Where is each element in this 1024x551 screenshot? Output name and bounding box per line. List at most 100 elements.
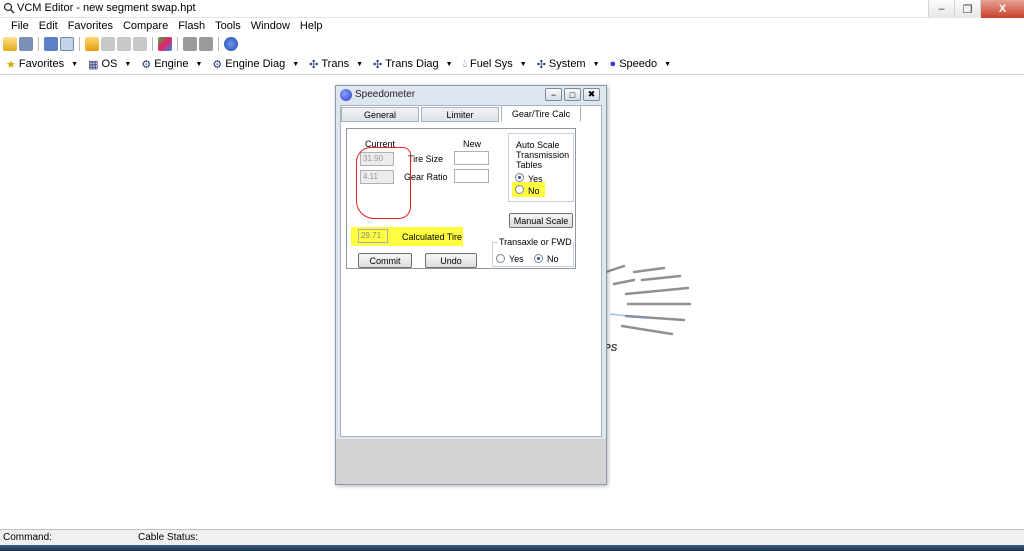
commit-button[interactable]: Commit [358,253,412,268]
compare-icon[interactable] [158,37,172,51]
window-title: VCM Editor - new segment swap.hpt [17,2,196,14]
module-os[interactable]: ▦ OS ▼ [88,58,131,71]
window-controls: ‒ ❐ X [928,0,1024,18]
write-icon[interactable] [199,37,213,51]
document-icon[interactable] [60,37,74,51]
module-trans-diag[interactable]: ✣ Trans Diag ▼ [373,58,453,71]
transaxle-yes-label: Yes [509,254,524,264]
auto-scale-title-line2: Transmission [516,150,570,160]
save-icon[interactable] [19,37,33,51]
tire-size-label: Tire Size [408,154,444,164]
module-label: OS [101,58,118,70]
auto-scale-title: Auto Scale [516,140,560,150]
menu-compare[interactable]: Compare [118,18,173,35]
close-button[interactable]: X [980,0,1024,18]
menu-file[interactable]: File [6,18,34,35]
open-icon[interactable] [3,37,17,51]
speedo-icon: ● [609,58,617,70]
module-favorites[interactable]: ★ Favorites ▼ [6,58,78,71]
engine-icon: ⚙ [141,58,152,71]
module-label: Engine Diag [225,58,286,70]
menu-tools[interactable]: Tools [210,18,246,35]
module-system[interactable]: ✣ System ▼ [537,58,600,71]
minimize-button[interactable]: ‒ [928,0,954,18]
read-icon[interactable] [183,37,197,51]
module-speedo[interactable]: ● Speedo ▼ [610,58,672,70]
gear-icon: ✣ [309,58,319,71]
annotation-circle [356,147,411,219]
module-fuel-sys[interactable]: 💧︎ Fuel Sys ▼ [463,58,527,71]
dialog-controls: − □ ✖ [545,88,600,101]
properties-icon[interactable] [44,37,58,51]
module-label: Favorites [18,58,65,70]
dialog-title: Speedometer [355,89,416,100]
dialog-title-bar[interactable]: Speedometer − □ ✖ [336,86,606,104]
menu-bar: File Edit Favorites Compare Flash Tools … [0,18,1024,35]
module-engine-diag[interactable]: ⚙ Engine Diag ▼ [212,58,299,71]
chevron-down-icon: ▼ [519,60,527,68]
transaxle-yes-radio[interactable] [496,254,505,263]
module-label: System [548,58,586,70]
auto-scale-yes-radio[interactable] [515,173,524,182]
auto-scale-title-line3: Tables [516,160,543,170]
grid-icon[interactable] [101,37,115,51]
toolbar-divider [152,37,153,51]
speedo-icon [340,89,352,101]
transaxle-no-radio[interactable] [534,254,543,263]
tab-limiter[interactable]: Limiter [421,107,499,122]
dialog-minimize-button[interactable]: − [545,88,562,101]
info-icon[interactable] [224,37,238,51]
tab-strip: General Limiter Gear/Tire Calc [341,105,601,122]
menu-window[interactable]: Window [246,18,295,35]
chevron-down-icon: ▼ [71,60,79,68]
toolbar-divider [218,37,219,51]
calculated-tire-label: Calculated Tire [402,232,463,242]
speedometer-dialog: Speedometer − □ ✖ General Limiter Gear/T… [335,85,607,485]
magnifier-app-icon [3,2,15,14]
dialog-close-button[interactable]: ✖ [583,88,600,101]
tab-gear-tire-calc[interactable]: Gear/Tire Calc [501,105,581,122]
menu-flash[interactable]: Flash [173,18,210,35]
transaxle-title: Transaxle or FWD [498,237,573,247]
module-label: Fuel Sys [469,58,513,70]
manual-scale-button[interactable]: Manual Scale [509,213,573,228]
menu-help[interactable]: Help [295,18,328,35]
menu-edit[interactable]: Edit [34,18,63,35]
grid-icon[interactable] [117,37,131,51]
chevron-down-icon: ▼ [195,60,203,68]
new-folder-icon[interactable] [85,37,99,51]
chevron-down-icon: ▼ [592,60,600,68]
chevron-down-icon: ▼ [664,60,672,68]
command-status: Command: [3,532,52,543]
grid-icon[interactable] [133,37,147,51]
dialog-body: General Limiter Gear/Tire Calc Current N… [340,105,602,437]
gear-ratio-new-field[interactable] [454,169,489,183]
dialog-maximize-button[interactable]: □ [564,88,581,101]
transaxle-group: Transaxle or FWD Yes No [492,237,574,267]
module-toolbar: ★ Favorites ▼ ▦ OS ▼ ⚙ Engine ▼ ⚙ Engine… [0,54,1024,75]
gear-icon: ✣ [373,58,383,71]
auto-scale-no-label: No [528,186,540,196]
menu-favorites[interactable]: Favorites [63,18,118,35]
tab-general[interactable]: General [341,107,419,122]
gear-tire-panel: Current New 31.90 Tire Size 4.11 Gear Ra… [346,128,576,269]
engine-icon: ⚙ [212,58,223,71]
chevron-down-icon: ▼ [124,60,132,68]
auto-scale-no-radio[interactable] [515,185,524,194]
undo-button[interactable]: Undo [425,253,477,268]
chevron-down-icon: ▼ [356,60,364,68]
module-trans[interactable]: ✣ Trans ▼ [309,58,363,71]
module-label: Speedo [619,58,658,70]
taskbar [0,545,1024,551]
toolbar-divider [79,37,80,51]
maximize-button[interactable]: ❐ [954,0,980,18]
chip-icon: ▦ [88,58,99,71]
tire-size-new-field[interactable] [454,151,489,165]
module-engine[interactable]: ⚙ Engine ▼ [141,58,202,71]
icon-toolbar [0,35,1024,53]
auto-scale-group: Auto Scale Transmission Tables Yes No [508,133,574,202]
transaxle-no-label: No [547,254,559,264]
fuel-drop-icon: 💧︎ [462,57,467,70]
module-label: Trans Diag [385,58,439,70]
cable-status: Cable Status: [138,532,199,543]
